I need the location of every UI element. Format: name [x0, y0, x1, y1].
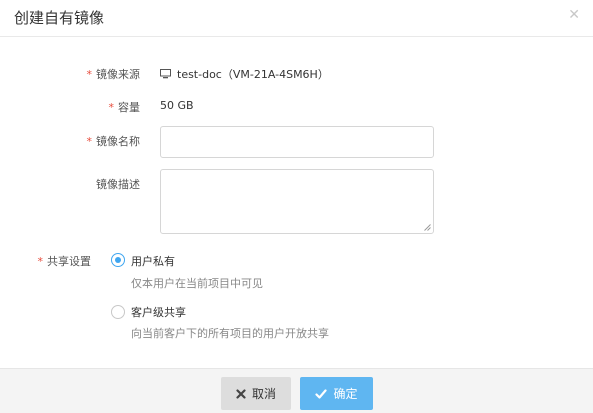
- required-mark: *: [86, 135, 93, 148]
- required-mark: *: [37, 255, 44, 268]
- capacity-label: * 容量: [108, 101, 141, 114]
- confirm-button[interactable]: 确定: [300, 377, 373, 410]
- required-mark: *: [86, 68, 93, 81]
- required-mark: *: [108, 101, 115, 114]
- cancel-label: 取消: [251, 387, 276, 401]
- share-label: * 共享设置: [37, 255, 92, 268]
- monitor-icon: [160, 69, 171, 82]
- x-icon: [236, 388, 246, 399]
- source-label: * 镜像来源: [86, 68, 141, 81]
- capacity-value: 50 GB: [160, 99, 194, 112]
- option-private-desc: 仅本用户在当前项目中可见: [131, 277, 263, 290]
- confirm-label: 确定: [333, 387, 358, 401]
- radio-customer-share[interactable]: [111, 305, 125, 319]
- image-name-input[interactable]: [160, 126, 434, 158]
- close-icon[interactable]: ✕: [568, 7, 580, 23]
- option-customer-desc: 向当前客户下的所有项目的用户开放共享: [131, 327, 329, 340]
- name-label: * 镜像名称: [86, 135, 141, 148]
- cancel-button[interactable]: 取消: [221, 377, 291, 410]
- radio-private[interactable]: [111, 253, 125, 267]
- check-icon: [315, 388, 328, 399]
- option-customer-title[interactable]: 客户级共享: [131, 304, 186, 320]
- description-label: 镜像描述: [96, 178, 140, 191]
- dialog-footer: 取消 确定: [0, 368, 593, 413]
- source-value: test-doc（VM-21A-4SM6H）: [160, 66, 329, 82]
- resize-grip-icon[interactable]: [424, 224, 431, 231]
- image-description-textarea[interactable]: [160, 169, 434, 234]
- dialog-title: 创建自有镜像: [14, 9, 105, 27]
- dialog-header: 创建自有镜像 ✕: [0, 0, 593, 37]
- option-private-title[interactable]: 用户私有: [131, 253, 175, 269]
